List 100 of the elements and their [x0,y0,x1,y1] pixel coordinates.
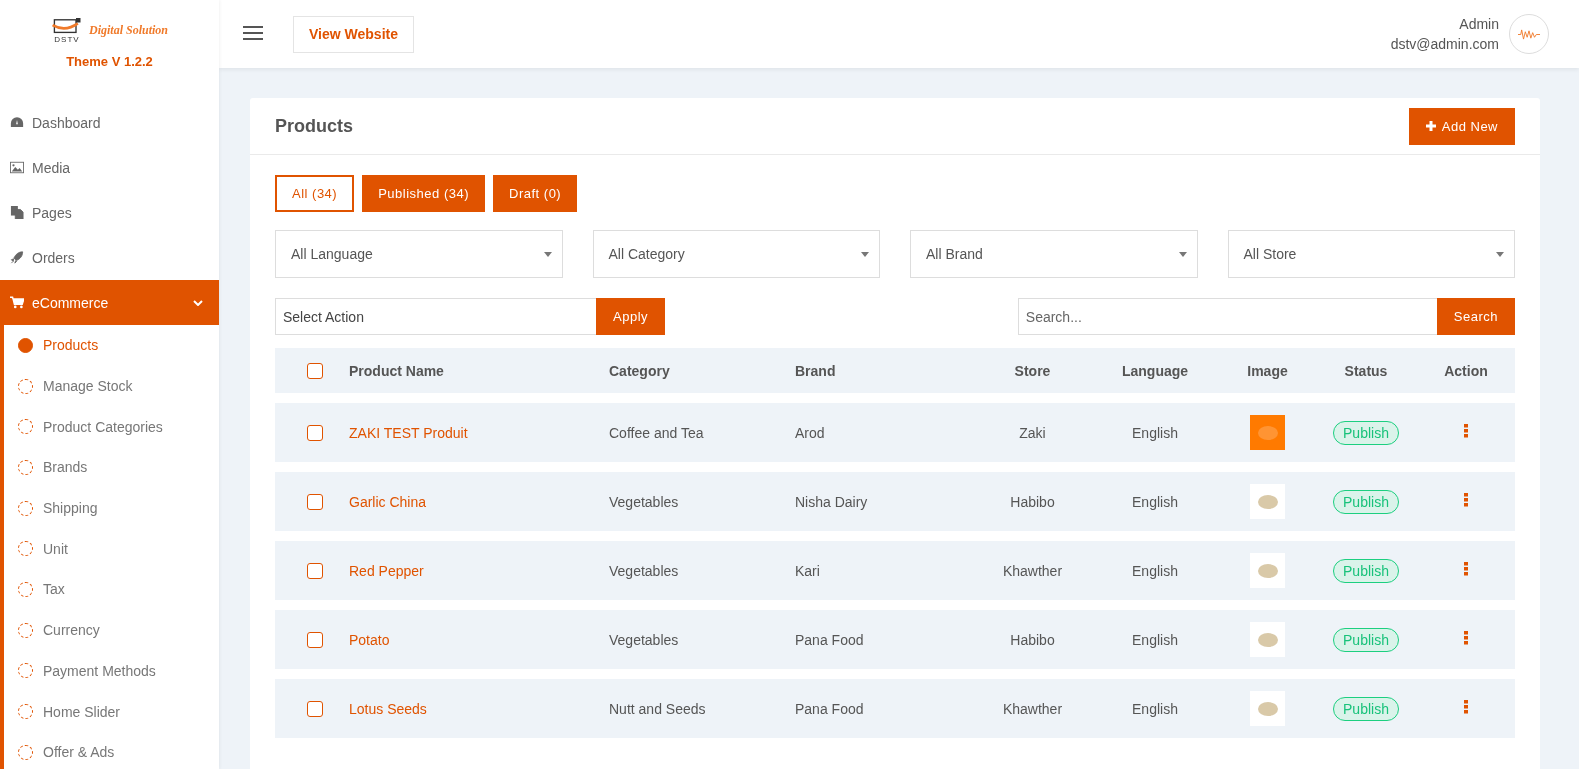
table-cell-text: Coffee and Tea [609,424,705,441]
tv-logo-icon [51,18,83,36]
photo-placeholder [1250,484,1285,519]
kebab-icon [1464,493,1468,507]
column-header: Action [1444,362,1488,379]
action-dropdown[interactable]: Select Action [275,298,596,335]
table-cell: English [1132,631,1178,648]
column-header: Store [1014,362,1051,379]
table-cell-text: Pana Food [795,631,865,648]
filter-dropdown[interactable]: All Language [275,230,563,278]
submenu-item[interactable]: Payment Methods [4,650,219,692]
product-link[interactable]: Red Pepper [349,562,609,579]
column-header: Status [1344,362,1388,379]
table-cell: Khawther [1002,700,1063,717]
submenu-item[interactable]: Brands [4,447,219,488]
pages-icon [10,206,24,219]
status-badge: Publish [1333,558,1399,583]
photo-placeholder [1250,553,1285,588]
more-button[interactable] [1464,700,1468,717]
submenu-item[interactable]: Unit [4,528,219,570]
table-cell-text: Arod [795,424,826,441]
checkbox[interactable] [307,493,323,510]
photo-placeholder [1250,691,1285,726]
avatar[interactable] [1509,14,1549,54]
kebab-icon [1464,700,1468,714]
plus-icon [1425,121,1436,131]
image-icon [10,161,24,174]
table-cell-text: Vegetables [609,631,680,648]
submenu-item[interactable]: Manage Stock [4,365,219,407]
status-badge: Publish [1333,627,1399,652]
theme-version: Theme V 1.2.2 [66,54,153,69]
status-badge: Publish [1333,696,1399,721]
status-badge: Publish [1333,420,1399,445]
table-cell: English [1132,700,1178,717]
more-button[interactable] [1464,493,1468,510]
kebab-icon [1464,424,1468,438]
sidebar-item[interactable]: Media [0,145,219,190]
submenu-item[interactable]: Home Slider [4,691,219,732]
submenu-item[interactable]: Offer & Ads [4,731,219,769]
filter-dropdown[interactable]: All Store [1227,230,1515,278]
user-email: dstv@admin.com [1390,36,1499,52]
logo-text: Digital Solution [89,23,168,38]
kebab-icon [1464,562,1468,576]
table-cell-text: Pana Food [795,700,865,717]
cart-icon [10,296,24,309]
search-button[interactable]: Search [1436,298,1515,335]
product-link[interactable]: Lotus Seeds [349,700,609,717]
table-cell: English [1132,424,1178,441]
table-cell: Habibo [1010,631,1055,648]
waveform-icon [1518,28,1540,40]
sidebar-item[interactable]: Dashboard [0,100,219,145]
column-header: Image [1247,362,1288,379]
product-link[interactable]: ZAKI TEST Produit [349,424,609,441]
submenu-item[interactable]: Shipping [4,487,219,529]
filter-tab[interactable]: Published (34) [362,175,485,212]
photo-placeholder [1250,415,1285,450]
search-field[interactable]: Search... [1017,298,1437,335]
panel-title: Products [275,115,353,137]
checkbox[interactable] [307,631,323,648]
kebab-icon [1464,631,1468,645]
more-button[interactable] [1464,631,1468,648]
checkbox[interactable] [307,424,323,441]
product-link[interactable]: Garlic China [349,493,609,510]
product-link[interactable]: Potato [349,631,609,648]
table-cell: English [1132,562,1178,579]
table-cell: Zaki [1019,424,1046,441]
submenu-item[interactable]: Products [4,325,219,366]
filter-dropdown[interactable]: All Brand [910,230,1198,278]
column-header: Language [1121,362,1189,379]
column-header: Product Name [349,362,445,379]
filter-dropdown[interactable]: All Category [592,230,880,278]
submenu-item[interactable]: Currency [4,609,219,651]
table-cell: English [1132,493,1178,510]
sidebar-item[interactable]: eCommerce [0,280,219,325]
photo-placeholder [1250,622,1285,657]
table-cell: Habibo [1010,493,1055,510]
more-button[interactable] [1464,424,1468,441]
gauge-icon [10,116,24,129]
more-button[interactable] [1464,562,1468,579]
apply-button[interactable]: Apply [596,298,666,335]
checkbox[interactable] [307,362,323,379]
view-website-button[interactable]: View Website [293,15,414,53]
table-cell: Khawther [1002,562,1063,579]
sidebar-item[interactable]: Orders [0,235,219,280]
status-badge: Publish [1333,489,1399,514]
menu-icon [243,25,263,40]
checkbox[interactable] [307,700,323,717]
add-new-button[interactable]: Add New [1408,107,1515,145]
rocket-icon [10,251,24,264]
filter-tab[interactable]: Draft (0) [493,175,578,212]
filter-tab[interactable]: All (34) [275,175,355,212]
submenu-item[interactable]: Product Categories [4,406,219,448]
checkbox[interactable] [307,562,323,579]
table-cell-text: Nutt and Seeds [609,700,707,717]
table-cell-text: Vegetables [609,562,680,579]
logo-mark: DSTV [54,36,80,44]
submenu-item[interactable]: Tax [4,569,219,610]
sidebar-item[interactable]: Pages [0,190,219,235]
table-cell-text: Nisha Dairy [795,493,869,510]
column-header: Category [609,362,671,379]
